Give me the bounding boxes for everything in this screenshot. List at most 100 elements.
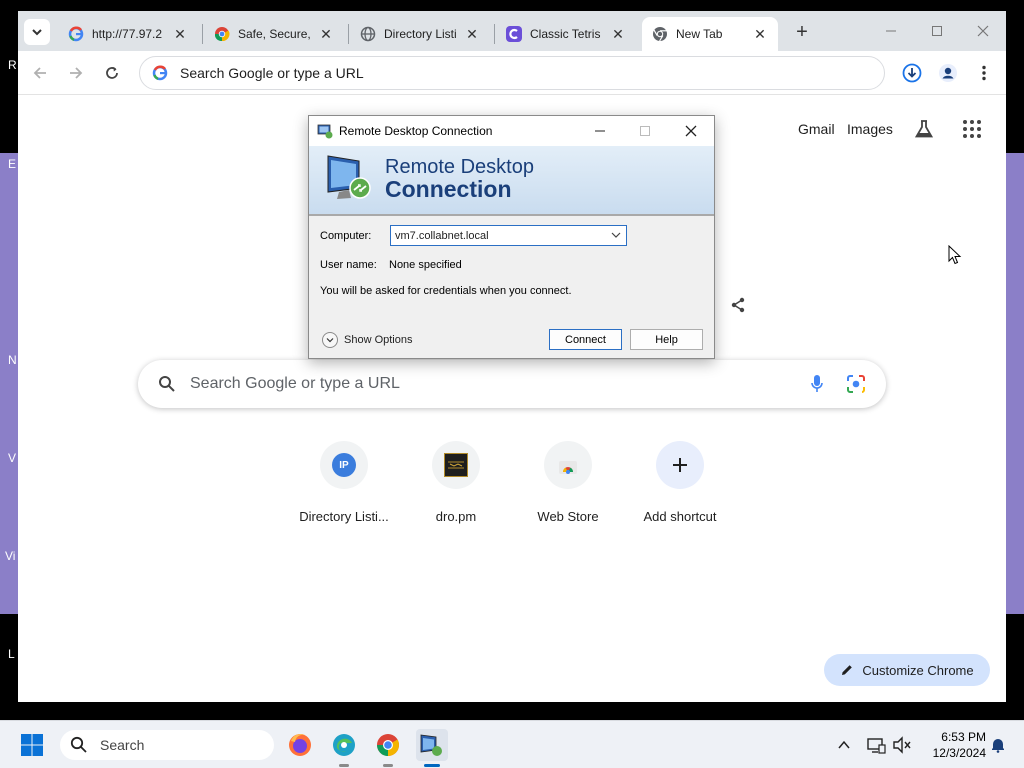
close-icon[interactable]: ✕ [610,26,626,42]
more-vert-icon [982,65,986,81]
lens-search-icon[interactable] [846,374,866,399]
close-icon[interactable]: ✕ [752,26,768,42]
ntp-search-box[interactable]: Search Google or type a URL [138,360,886,408]
rdp-close-button[interactable] [676,120,706,142]
system-clock[interactable]: 6:53 PM 12/3/2024 [920,729,986,761]
shortcut-icon-circle [544,441,592,489]
shortcut-web-store[interactable]: Web Store [512,441,624,524]
notifications-button[interactable] [988,735,1008,755]
tab-ip-address[interactable]: http://77.97.2 ✕ [58,17,198,51]
running-indicator [339,764,349,767]
rdp-minimize-button[interactable] [585,120,615,142]
tab-safe-secure[interactable]: Safe, Secure, ✕ [204,17,344,51]
address-bar[interactable]: Search Google or type a URL [139,56,885,90]
share-button[interactable] [724,291,752,319]
computer-value: vm7.collabnet.local [395,229,489,242]
rdp-window-title: Remote Desktop Connection [339,124,493,138]
minimize-icon [886,30,896,32]
volume-button[interactable] [892,735,912,755]
taskbar-search-label: Search [100,737,145,753]
desktop-icon-label: E [8,157,17,171]
menu-button[interactable] [973,62,995,84]
shortcut-icon-circle [656,441,704,489]
maximize-button[interactable] [922,20,952,42]
tab-strip: http://77.97.2 ✕ Safe, Secure, ✕ Directo… [18,11,1006,51]
customize-chrome-button[interactable]: Customize Chrome [824,654,990,686]
apps-button[interactable] [961,118,983,140]
add-shortcut-button[interactable]: Add shortcut [624,441,736,524]
google-g-icon [68,26,84,42]
download-icon [902,63,922,83]
edge-taskbar-button[interactable] [328,729,360,767]
tetris-c-icon [506,26,522,42]
mouse-cursor-icon [948,244,962,265]
maximize-icon [932,26,942,36]
share-icon [731,297,745,313]
shortcut-label: Add shortcut [643,509,717,524]
labs-button[interactable] [913,118,935,140]
chevron-down-icon[interactable] [610,229,622,241]
tab-new-tab[interactable]: New Tab ✕ [642,17,778,51]
connect-button[interactable]: Connect [549,329,622,350]
close-window-button[interactable] [968,20,998,42]
close-icon[interactable]: ✕ [464,26,480,42]
chrome-icon [214,26,230,42]
close-icon [685,125,697,137]
gmail-link[interactable]: Gmail [798,121,835,137]
chrome-taskbar-button[interactable] [372,729,404,767]
search-icon [70,736,87,753]
images-link[interactable]: Images [847,121,893,137]
tray-overflow-button[interactable] [834,735,854,755]
toolbar: Search Google or type a URL [18,51,1006,95]
forward-button[interactable] [64,61,88,85]
dro-pm-thumbnail [444,453,468,477]
help-button[interactable]: Help [630,329,703,350]
voice-search-icon[interactable] [810,374,824,399]
edge-icon [333,734,355,756]
google-g-icon [152,65,168,81]
maximize-icon [640,126,650,136]
minimize-button[interactable] [876,20,906,42]
rdp-dialog: Remote Desktop Connection Remote Desktop… [308,115,715,359]
shortcut-dro-pm[interactable]: dro.pm [400,441,512,524]
reload-button[interactable] [100,61,124,85]
shortcut-directory-listing[interactable]: IP Directory Listi... [288,441,400,524]
active-indicator [424,764,440,767]
rdp-title-bar[interactable]: Remote Desktop Connection [309,116,714,146]
show-options-label: Show Options [344,334,413,346]
new-tab-button[interactable]: + [790,20,814,44]
rdp-app-icon [420,734,442,756]
computer-combobox[interactable]: vm7.collabnet.local [390,225,627,246]
taskbar: Search 6:53 PM 12/3/2024 [0,720,1024,768]
customize-chrome-label: Customize Chrome [862,662,974,678]
taskbar-search[interactable]: Search [60,730,274,760]
tab-classic-tetris[interactable]: Classic Tetris ✕ [496,17,636,51]
close-icon[interactable]: ✕ [318,26,334,42]
tab-title: New Tab [676,27,723,41]
back-button[interactable] [28,61,52,85]
tab-title: http://77.97.2 [92,27,163,41]
shortcut-label: Directory Listi... [299,509,389,524]
desktop-icon-label: N [8,353,17,367]
chrome-icon [377,734,399,756]
show-options-toggle[interactable]: Show Options [322,332,412,348]
rdp-monitor-icon [325,152,375,202]
running-indicator [383,764,393,767]
credentials-info: You will be asked for credentials when y… [320,285,572,297]
pencil-icon [842,665,853,675]
chevron-down-circle-icon [322,332,338,348]
firefox-taskbar-button[interactable] [284,729,316,761]
minimize-icon [595,130,605,132]
tab-directory-listing[interactable]: Directory Listi ✕ [350,17,490,51]
volume-muted-icon [893,736,911,754]
network-button[interactable] [866,735,886,755]
rdp-taskbar-button[interactable] [416,729,448,767]
profile-button[interactable] [937,62,959,84]
username-value: None specified [389,259,462,271]
rdp-app-icon [317,123,333,139]
chrome-webstore-icon [559,461,577,474]
download-button[interactable] [901,62,923,84]
close-icon[interactable]: ✕ [172,26,188,42]
start-button[interactable] [16,729,48,761]
tab-search-button[interactable] [24,19,50,45]
